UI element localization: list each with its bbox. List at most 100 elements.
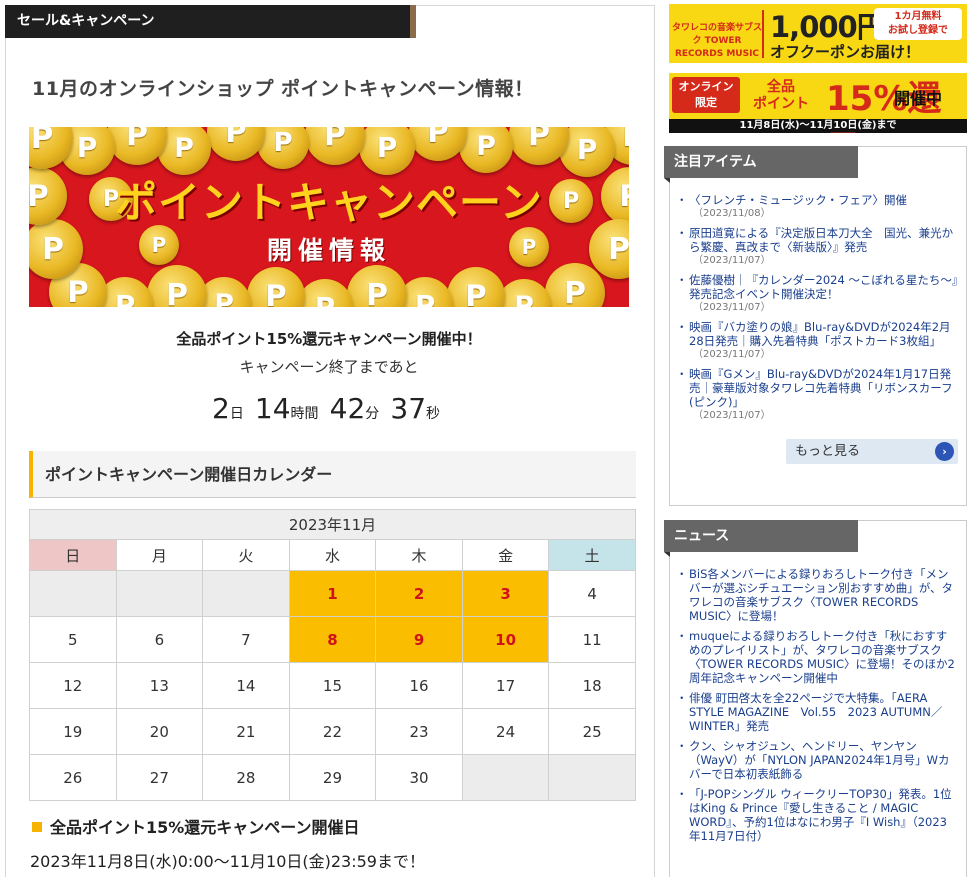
ad-badge-line1: 1カ月無料 [894,11,942,22]
featured-item-date: （2023/11/07） [693,349,771,360]
calendar-heading: ポイントキャンペーン開催日カレンダー [29,451,636,498]
calendar-day: 28 [202,754,290,801]
news-item[interactable]: muqueによる録りおろしトーク付き「秋におすすめのプレイリスト」が、タワレコの… [676,629,958,685]
calendar-day-campaign: 3 [461,570,550,617]
calendar-week-row: 19 20 21 22 23 24 25 [29,708,636,755]
featured-item-date: （2023/11/07） [693,410,771,421]
calendar-week-row: 12 13 14 15 16 17 18 [29,662,636,709]
featured-item[interactable]: 映画『Gメン』Blu-ray&DVDが2024年1月17日発売｜豪華版対象タワレ… [676,367,958,422]
point-campaign-ad-banner[interactable]: オンライン限定 全品ポイント 15%還元 開催中 11月8日(水)～11月10日… [669,73,967,133]
weekday-header: 月 [115,539,204,571]
main-content: セール&キャンペーン 11月のオンラインショップ ポイントキャンペーン情報！ P… [5,5,655,877]
calendar-day: 13 [115,662,204,709]
featured-items-title: 注目アイテム [664,146,858,183]
calendar-day-campaign: 8 [288,616,377,663]
calendar-empty-cell [461,754,550,801]
point-coin-icon: P [545,263,605,307]
featured-items-list: 〈フレンチ・ミュージック・フェア〉開催（2023/11/08） 原田道寛による『決… [676,193,958,428]
news-item[interactable]: 俳優 町田啓太を全22ページで大特集。「AERA STYLE MAGAZINE … [676,691,958,733]
point-coin-icon: P [459,127,513,173]
ad-price: 1,000円 [770,10,886,44]
arrow-right-icon: › [935,442,954,461]
featured-item-link[interactable]: 原田道寛による『決定版日本刀大全 国光、兼光から繁慶、真改まで〈新装版〉』発売 [689,226,953,254]
online-limited-line1: オンライン [678,80,734,93]
weekday-header: 土 [548,539,636,571]
calendar-day: 25 [548,708,636,755]
ad-coupon-text: オフクーポンお届け！ [770,43,921,61]
calendar-day: 7 [202,616,290,663]
featured-item-date: （2023/11/08） [693,208,771,219]
point-coin-icon: P [447,267,505,307]
calendar-day: 4 [548,570,636,617]
featured-item[interactable]: 映画『バカ塗りの娘』Blu-ray&DVDが2024年2月28日発売｜購入先着特… [676,320,958,361]
calendar-day: 18 [548,662,636,709]
weekday-header: 金 [461,539,550,571]
countdown-minutes-unit: 分 [365,406,380,422]
calendar-day: 15 [288,662,377,709]
news-item[interactable]: BiS各メンバーによる録りおろしトーク付き「メンバーが選ぶシチュエーション別おす… [676,567,958,623]
point-coin-icon: P [497,279,551,307]
calendar-week-row: 1234 [29,570,636,617]
featured-item[interactable]: 原田道寛による『決定版日本刀大全 国光、兼光から繁慶、真改まで〈新装版〉』発売（… [676,226,958,267]
subscription-ad-banner[interactable]: タワレコの音楽サブスク TOWER RECORDS MUSIC 1,000円 1… [669,4,967,63]
calendar-day: 19 [29,708,117,755]
point-coin-icon: P [247,267,305,307]
ad-dates: 11月8日(水)～11月10日(金)まで [739,120,897,131]
weekday-header: 水 [288,539,377,571]
countdown-hours-unit: 時間 [290,406,319,422]
ad-points-line1: 全品 [767,79,795,95]
more-button-label: もっと見る [795,444,861,459]
news-item[interactable]: クン、シャオジュン、ヘンドリー、ヤンヤン（WayV）が「NYLON JAPAN2… [676,739,958,781]
section-tab: セール&キャンペーン [5,5,416,38]
featured-item-date: （2023/11/07） [693,255,771,266]
calendar-week-row: 26 27 28 29 30 [29,754,636,801]
featured-item-link[interactable]: 映画『バカ塗りの娘』Blu-ray&DVDが2024年2月28日発売｜購入先着特… [689,320,951,348]
calendar-day: 24 [461,708,550,755]
tower-records-music-logo: タワレコの音楽サブスク TOWER RECORDS MUSIC [672,10,764,59]
calendar-day: 30 [375,754,463,801]
point-coin-icon: P [297,279,353,307]
featured-item-link[interactable]: 佐藤優樹｜『カレンダー2024 ～こぼれる星たち～』発売記念イベント開催決定！ [689,273,958,301]
calendar-month-title: 2023年11月 [29,509,636,540]
bullet-square-icon [32,822,42,832]
countdown-hours: 14 [254,392,291,425]
calendar-body: 1 2 3 4 5 6 7 8 9 10 11 12 13 14 15 16 17 18 19 20 21 22 23 24 2… [29,570,636,801]
calendar-day: 21 [202,708,290,755]
featured-item[interactable]: 佐藤優樹｜『カレンダー2024 ～こぼれる星たち～』発売記念イベント開催決定！（… [676,273,958,314]
featured-items-box: 注目アイテム 〈フレンチ・ミュージック・フェア〉開催（2023/11/08） 原田… [664,146,967,506]
period-title: 全品ポイント15%還元キャンペーン開催日 [32,814,360,838]
calendar-day-campaign: 1 [288,570,377,617]
ad-badge: 1カ月無料 お試し登録で [874,8,962,40]
featured-item[interactable]: 〈フレンチ・ミュージック・フェア〉開催（2023/11/08） [676,193,958,220]
news-item[interactable]: 「J-POPシングル ウィークリーTOP30」発表。1位はKing & Prin… [676,787,958,843]
calendar-week-row: 5 6 7 8 9 10 11 [29,616,636,663]
banner-main-text: ポイントキャンペーン [115,178,543,227]
countdown-seconds: 37 [390,392,427,425]
page-title: 11月のオンラインショップ ポイントキャンペーン情報！ [32,78,534,100]
point-coin-icon: P [409,127,467,161]
countdown-seconds-unit: 秒 [426,406,441,422]
featured-item-date: （2023/11/07） [693,302,771,313]
point-coin-icon: P [107,127,167,165]
campaign-headline: 全品ポイント15%還元キャンペーン開催中！ [176,330,482,348]
calendar-empty-cell [29,570,117,617]
news-list: BiS各メンバーによる録りおろしトーク付き「メンバーが選ぶシチュエーション別おす… [676,567,958,849]
countdown-minutes: 42 [329,392,366,425]
more-button[interactable]: もっと見る › [786,439,958,464]
point-coin-icon: P [305,127,365,165]
point-coin-icon: P [147,265,207,307]
news-box: ニュース BiS各メンバーによる録りおろしトーク付き「メンバーが選ぶシチュエーシ… [664,520,967,877]
point-coin-icon: P [347,265,407,307]
featured-item-link[interactable]: 〈フレンチ・ミュージック・フェア〉開催 [689,193,907,207]
calendar-day-campaign: 2 [375,570,463,617]
calendar-day: 26 [29,754,117,801]
featured-item-link[interactable]: 映画『Gメン』Blu-ray&DVDが2024年1月17日発売｜豪華版対象タワレ… [689,367,953,409]
online-limited-badge: オンライン 限定 [672,77,740,113]
countdown-timer: 2日 14時間 42分 37秒 [29,392,629,425]
point-coin-icon: P [207,127,265,161]
campaign-calendar: 2023年11月 日月火水木金土 1 2 3 4 5 6 7 8 9 10 11 12 13 14 15 16… [29,509,636,801]
calendar-day: 22 [288,708,377,755]
calendar-day: 14 [202,662,290,709]
countdown-label: キャンペーン終了まであと [239,358,419,376]
calendar-day: 11 [548,616,636,663]
